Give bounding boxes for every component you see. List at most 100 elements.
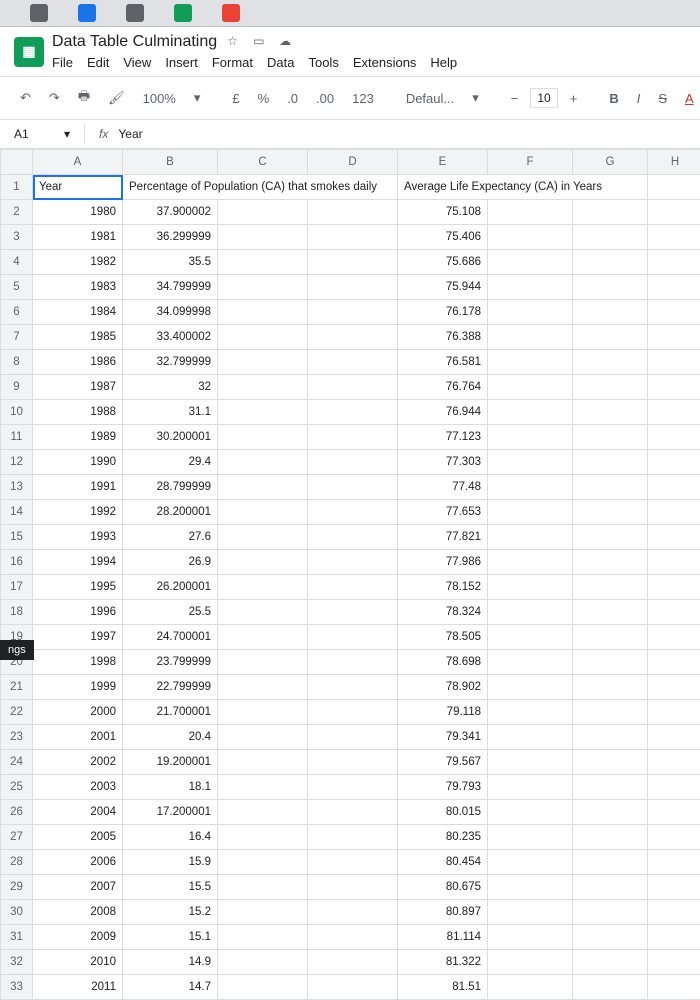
cell[interactable]	[573, 550, 648, 575]
print-button[interactable]: 🖶	[72, 83, 96, 113]
cell[interactable]	[573, 375, 648, 400]
cell-pct[interactable]: 34.099998	[123, 300, 218, 325]
cell-year[interactable]: 1998	[33, 650, 123, 675]
cell[interactable]	[218, 600, 308, 625]
cell[interactable]	[218, 200, 308, 225]
cell[interactable]	[308, 900, 398, 925]
menu-file[interactable]: File	[52, 55, 73, 70]
cell[interactable]	[488, 575, 573, 600]
cell[interactable]	[308, 700, 398, 725]
cell[interactable]	[648, 625, 700, 650]
cell-year[interactable]: 1990	[33, 450, 123, 475]
cell[interactable]	[648, 775, 700, 800]
row-header[interactable]: 18	[1, 600, 33, 625]
cell[interactable]	[218, 825, 308, 850]
cell-pct[interactable]: 25.5	[123, 600, 218, 625]
italic-button[interactable]: I	[631, 87, 647, 110]
cell-life[interactable]: 77.821	[398, 525, 488, 550]
row-header[interactable]: 15	[1, 525, 33, 550]
cell[interactable]	[648, 700, 700, 725]
cell[interactable]	[308, 250, 398, 275]
cell-life[interactable]: 79.567	[398, 750, 488, 775]
cell[interactable]	[218, 475, 308, 500]
cell[interactable]	[573, 650, 648, 675]
row-header[interactable]: 6	[1, 300, 33, 325]
cell[interactable]	[308, 600, 398, 625]
cell[interactable]	[648, 750, 700, 775]
cell[interactable]	[573, 875, 648, 900]
undo-button[interactable]: ↶	[14, 86, 37, 110]
cell[interactable]	[218, 650, 308, 675]
cell-year[interactable]: 1983	[33, 275, 123, 300]
cell-life[interactable]: 78.324	[398, 600, 488, 625]
name-box[interactable]: A1	[14, 127, 54, 141]
cell[interactable]	[218, 550, 308, 575]
cell-pct[interactable]: 26.9	[123, 550, 218, 575]
cell[interactable]	[488, 925, 573, 950]
cell[interactable]	[573, 575, 648, 600]
menu-tools[interactable]: Tools	[308, 55, 338, 70]
cell-year[interactable]: 1994	[33, 550, 123, 575]
cell[interactable]	[648, 175, 700, 200]
sheets-logo[interactable]: ▦	[14, 37, 44, 67]
cell[interactable]	[573, 325, 648, 350]
row-header[interactable]: 5	[1, 275, 33, 300]
cell-life[interactable]: 80.675	[398, 875, 488, 900]
cell-pct[interactable]: 37.900002	[123, 200, 218, 225]
cell[interactable]	[218, 500, 308, 525]
cell[interactable]	[488, 200, 573, 225]
cell[interactable]	[488, 400, 573, 425]
currency-button[interactable]: £	[226, 87, 245, 110]
col-header-B[interactable]: B	[123, 150, 218, 175]
cell-pct[interactable]: 32.799999	[123, 350, 218, 375]
cell-pct[interactable]: 35.5	[123, 250, 218, 275]
star-icon[interactable]: ☆	[227, 34, 243, 50]
cell-year[interactable]: 1991	[33, 475, 123, 500]
cell-year[interactable]: 1984	[33, 300, 123, 325]
cell[interactable]	[308, 675, 398, 700]
cell-year[interactable]: 1997	[33, 625, 123, 650]
tab-icon[interactable]	[126, 4, 144, 22]
cell[interactable]	[648, 275, 700, 300]
cell[interactable]	[648, 650, 700, 675]
cell[interactable]	[488, 625, 573, 650]
menu-format[interactable]: Format	[212, 55, 253, 70]
cell[interactable]	[218, 350, 308, 375]
font-size-input[interactable]: 10	[530, 88, 557, 108]
cell-life[interactable]: 77.303	[398, 450, 488, 475]
row-header[interactable]: 24	[1, 750, 33, 775]
cell[interactable]	[573, 225, 648, 250]
cell-year[interactable]: 2005	[33, 825, 123, 850]
font-select[interactable]: Defaul...	[400, 87, 460, 110]
cell[interactable]	[573, 900, 648, 925]
percent-button[interactable]: %	[252, 87, 276, 110]
cell[interactable]	[218, 700, 308, 725]
cell[interactable]	[488, 900, 573, 925]
row-header[interactable]: 7	[1, 325, 33, 350]
cell-life[interactable]: 78.505	[398, 625, 488, 650]
cell[interactable]	[488, 975, 573, 1000]
col-header-G[interactable]: G	[573, 150, 648, 175]
cell[interactable]	[488, 525, 573, 550]
cell-life[interactable]: 79.118	[398, 700, 488, 725]
cell[interactable]	[218, 300, 308, 325]
cell[interactable]	[308, 825, 398, 850]
formula-bar[interactable]: Year	[118, 127, 142, 141]
cell[interactable]	[573, 275, 648, 300]
cell[interactable]	[308, 525, 398, 550]
tab-icon[interactable]	[222, 4, 240, 22]
cell[interactable]	[648, 675, 700, 700]
cell-life[interactable]: 80.897	[398, 900, 488, 925]
cell-year[interactable]: 2011	[33, 975, 123, 1000]
cell[interactable]	[218, 775, 308, 800]
cell[interactable]	[308, 875, 398, 900]
more-formats-button[interactable]: 123	[346, 87, 380, 110]
cell[interactable]	[573, 200, 648, 225]
col-header-C[interactable]: C	[218, 150, 308, 175]
cell-pct[interactable]: 27.6	[123, 525, 218, 550]
cell-life[interactable]: 78.902	[398, 675, 488, 700]
cell[interactable]	[308, 575, 398, 600]
cell-pct[interactable]: 19.200001	[123, 750, 218, 775]
cell-life[interactable]: 76.388	[398, 325, 488, 350]
menu-help[interactable]: Help	[430, 55, 457, 70]
